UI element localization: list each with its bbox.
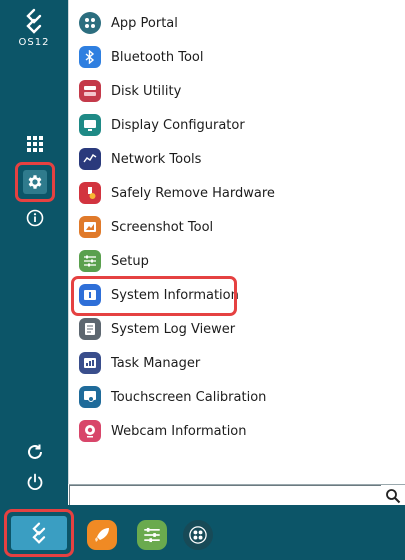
info-icon [26, 209, 44, 227]
disk-icon [79, 80, 101, 102]
menu-item-app-portal[interactable]: App Portal [79, 8, 379, 38]
app-portal-icon [79, 12, 101, 34]
menu-item-label: Touchscreen Calibration [111, 389, 267, 405]
refresh-button[interactable] [19, 436, 51, 468]
menu-item-label: Webcam Information [111, 423, 247, 439]
os-logo: OS12 [0, 8, 68, 58]
grid-icon [27, 136, 43, 152]
menu-item-webcam-information[interactable]: Webcam Information [79, 416, 379, 446]
app-menu: App Portal Bluetooth Tool Disk Utility D… [68, 0, 405, 484]
touch-icon [79, 386, 101, 408]
menu-item-disk-utility[interactable]: Disk Utility [79, 76, 379, 106]
menu-item-label: Setup [111, 253, 149, 269]
rocket-icon [95, 528, 109, 542]
os-logo-icon [26, 8, 42, 34]
task-manager-icon [79, 352, 101, 374]
menu-item-network-tools[interactable]: Network Tools [79, 144, 379, 174]
power-icon [27, 473, 43, 491]
menu-item-label: Display Configurator [111, 117, 245, 133]
os-logo-icon [32, 522, 46, 544]
power-button[interactable] [19, 466, 51, 498]
taskbar-app-portal[interactable] [183, 520, 213, 550]
usb-eject-icon [79, 182, 101, 204]
menu-item-bluetooth-tool[interactable]: Bluetooth Tool [79, 42, 379, 72]
search-icon[interactable] [385, 488, 401, 504]
screenshot-icon [79, 216, 101, 238]
search-input[interactable] [69, 485, 381, 506]
log-viewer-icon [79, 318, 101, 340]
network-icon [79, 148, 101, 170]
menu-item-screenshot-tool[interactable]: Screenshot Tool [79, 212, 379, 242]
menu-item-touchscreen-calibration[interactable]: Touchscreen Calibration [79, 382, 379, 412]
search-bar [69, 484, 405, 506]
monitor-icon [79, 114, 101, 136]
menu-item-label: Safely Remove Hardware [111, 185, 275, 201]
taskbar-setup-app[interactable] [137, 520, 167, 550]
start-menu-button[interactable] [4, 509, 74, 557]
info-button[interactable] [19, 202, 51, 234]
logo-text: OS12 [18, 37, 50, 48]
menu-item-label: Network Tools [111, 151, 202, 167]
menu-item-safely-remove-hardware[interactable]: Safely Remove Hardware [79, 178, 379, 208]
bluetooth-icon [79, 46, 101, 68]
system-info-icon [79, 284, 101, 306]
apps-grid-button[interactable] [19, 128, 51, 160]
menu-item-label: Screenshot Tool [111, 219, 214, 235]
gear-icon [28, 175, 42, 189]
menu-item-label: Bluetooth Tool [111, 49, 204, 65]
menu-item-label: Task Manager [111, 355, 201, 371]
menu-item-task-manager[interactable]: Task Manager [79, 348, 379, 378]
settings-button[interactable] [15, 162, 55, 202]
app-portal-icon [189, 526, 207, 544]
menu-item-system-log-viewer[interactable]: System Log Viewer [79, 314, 379, 344]
taskbar [0, 505, 405, 560]
menu-item-setup[interactable]: Setup [79, 246, 379, 276]
taskbar-launcher-app[interactable] [87, 520, 117, 550]
menu-item-system-information[interactable]: System Information [79, 280, 379, 310]
menu-item-label: System Log Viewer [111, 321, 236, 337]
menu-item-label: App Portal [111, 15, 178, 31]
sidebar: OS12 [0, 0, 68, 505]
menu-item-label: System Information [111, 287, 239, 303]
webcam-icon [79, 420, 101, 442]
sliders-icon [79, 250, 101, 272]
sliders-icon [144, 527, 160, 543]
refresh-icon [28, 444, 42, 459]
menu-item-label: Disk Utility [111, 83, 182, 99]
menu-item-display-configurator[interactable]: Display Configurator [79, 110, 379, 140]
